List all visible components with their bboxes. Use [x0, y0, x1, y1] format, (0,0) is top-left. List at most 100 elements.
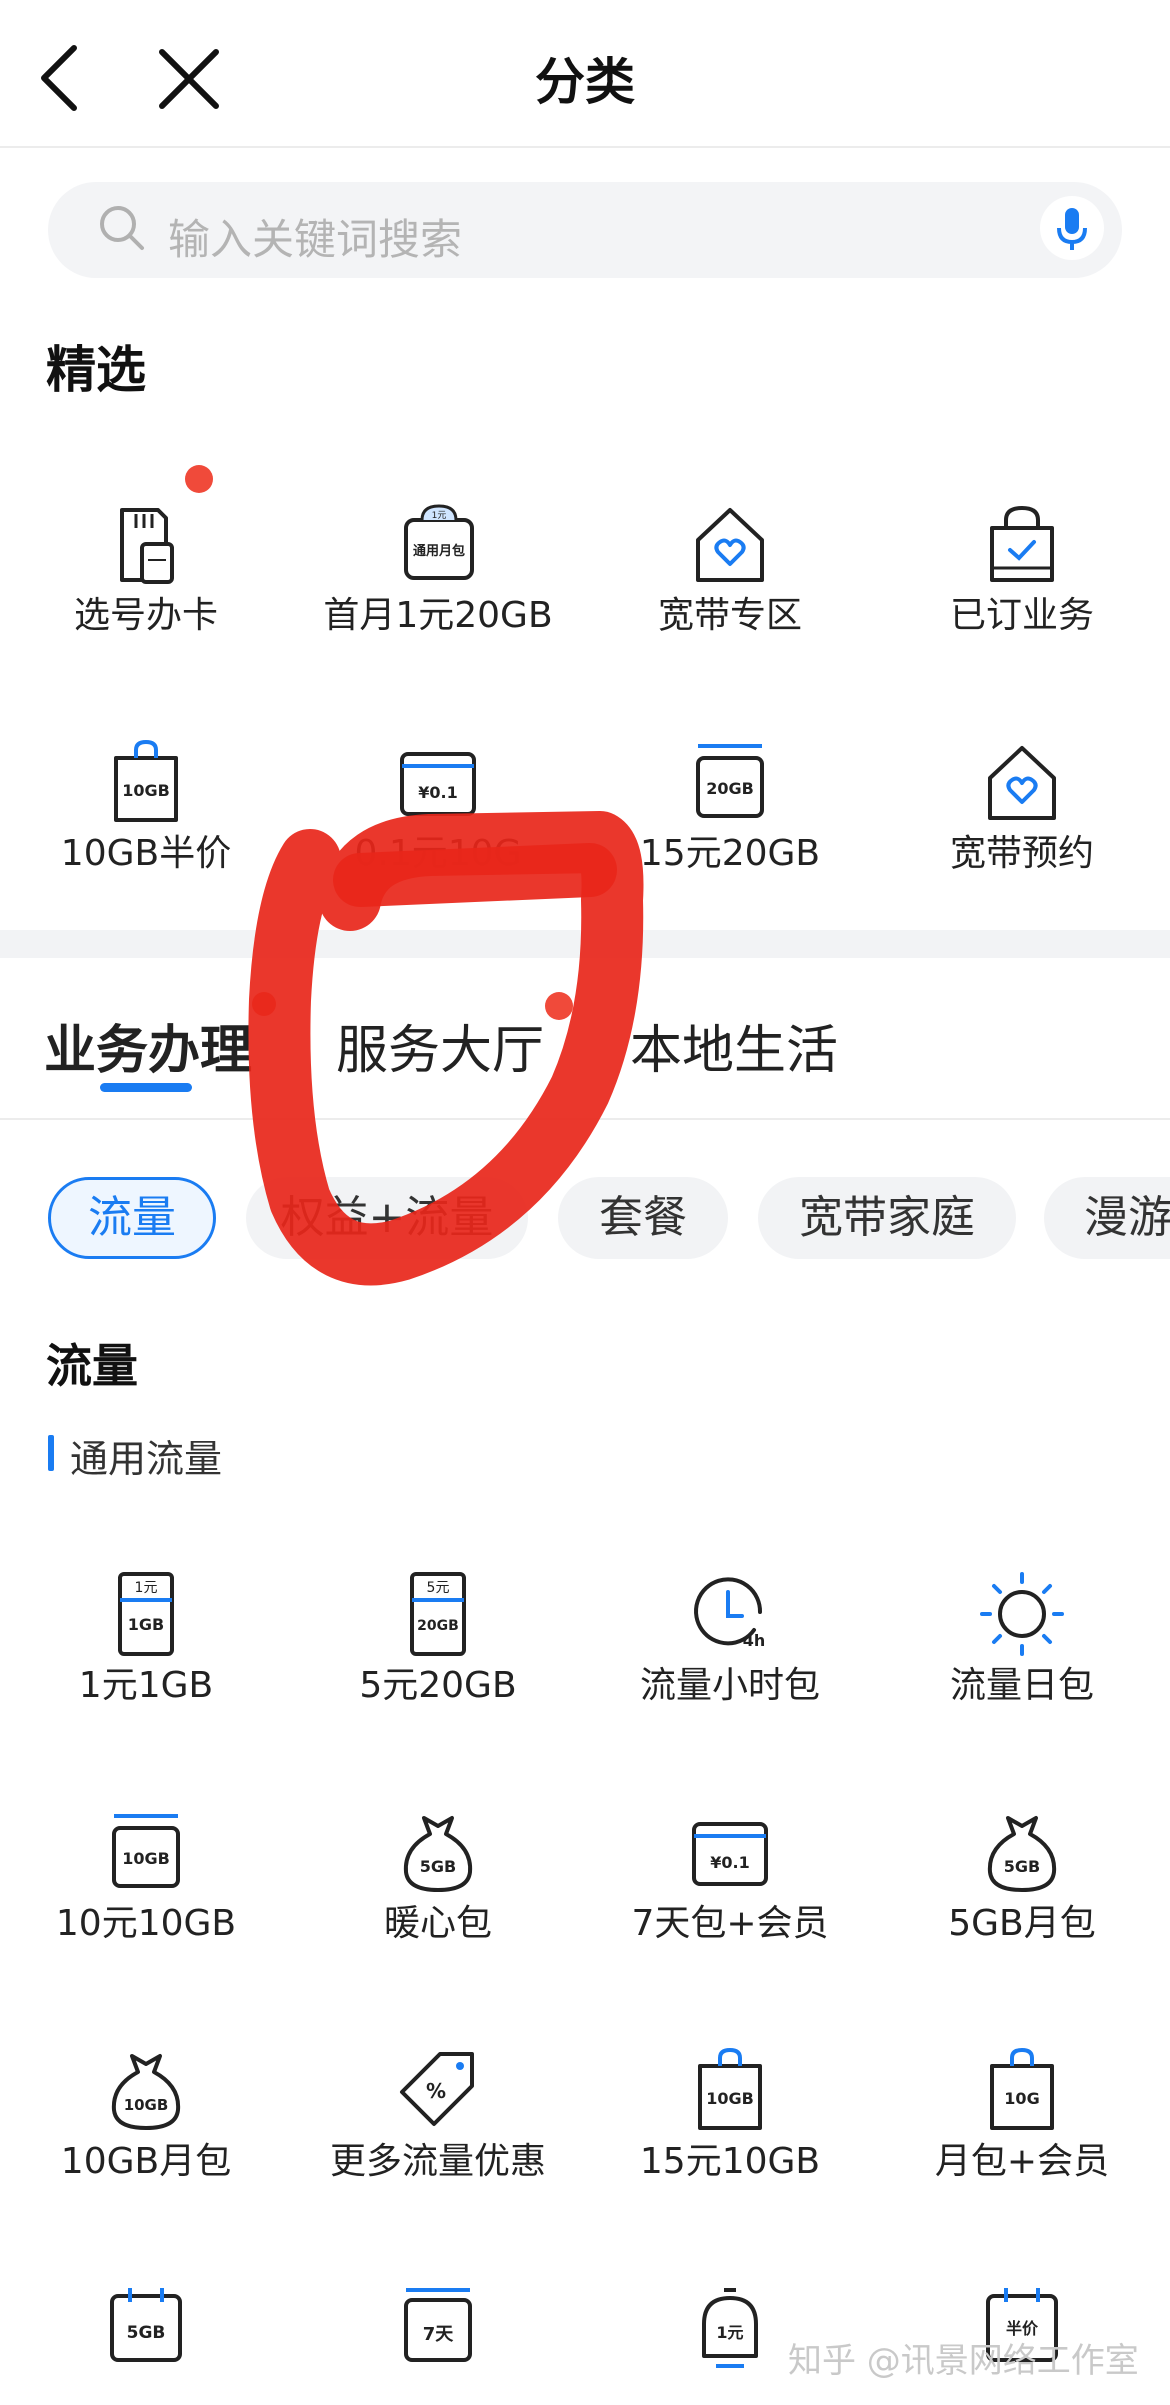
chip-benefits-data[interactable]: 权益+流量: [246, 1177, 528, 1259]
icon-text: 5GB: [127, 2323, 166, 2343]
icon-text: 1GB: [128, 1615, 164, 1634]
featured-label: 宽带专区: [657, 595, 802, 636]
data-item-more-offers[interactable]: % 更多流量优惠: [292, 2046, 584, 2186]
watermark-text: 知乎 @讯景网络工作室: [788, 2341, 1139, 2381]
data-item-label: 10GB月包: [60, 2141, 232, 2182]
data-item-label: 5元20GB: [359, 1665, 517, 1706]
data-item-day-pack[interactable]: 流量日包: [876, 1570, 1168, 1710]
icon-text: ¥0.1: [710, 1853, 749, 1872]
tab-service-hall[interactable]: 服务大厅: [336, 1008, 544, 1083]
data-item-label: 流量日包: [949, 1665, 1094, 1706]
notification-dot: [185, 465, 213, 493]
data-item-7day-member[interactable]: ¥0.1 7天包+会员: [584, 1808, 876, 1948]
featured-title: 精选: [46, 341, 146, 399]
tab-divider: [0, 1118, 1170, 1120]
wallet-icon: ¥0.1: [692, 1822, 768, 1886]
featured-item-10gb-half[interactable]: 10GB 10GB半价: [0, 738, 292, 878]
data-item-label: 10元10GB: [55, 1903, 237, 1944]
data-item-label: 15元10GB: [639, 2141, 821, 2182]
chip-broadband-family[interactable]: 宽带家庭: [758, 1177, 1016, 1259]
featured-item-sim-card[interactable]: 选号办卡: [0, 500, 292, 640]
card-20gb-icon: 20GB: [696, 744, 764, 818]
icon-text: 7天: [423, 2324, 455, 2345]
bell-1yuan-icon: 1元: [702, 2288, 758, 2368]
tab-business[interactable]: 业务办理: [44, 1008, 252, 1083]
data-package-icon: 1元 通用月包: [404, 504, 474, 580]
icon-text: 5GB: [1004, 1857, 1040, 1876]
header-divider: [0, 146, 1170, 148]
chip-plans[interactable]: 套餐: [558, 1177, 728, 1259]
icon-text: 通用月包: [413, 543, 465, 559]
icon-text: 10GB: [122, 781, 170, 800]
calendar-7day-icon: 7天: [404, 2288, 472, 2362]
tab-active-indicator: [100, 1083, 192, 1092]
search-icon: [100, 206, 144, 250]
clock-icon: 4h: [694, 1577, 766, 1650]
bag-10g-icon: 10G: [990, 2047, 1054, 2130]
page-title: 分类: [535, 53, 635, 111]
ticket-icon: 1元 1GB: [118, 1572, 174, 1656]
data-item-7day-calendar[interactable]: 7天: [292, 2282, 584, 2392]
card-10gb-icon: 10GB: [112, 1814, 180, 1888]
voice-search-button[interactable]: [1040, 196, 1104, 260]
data-item-15yuan-10gb[interactable]: 10GB 15元10GB: [584, 2046, 876, 2186]
icon-text: 10GB: [706, 2089, 754, 2108]
icon-top-text: 1元: [135, 1580, 158, 1596]
data-item-label: 更多流量优惠: [329, 2141, 546, 2182]
microphone-icon: [1057, 208, 1087, 250]
bag-10gb-icon: 10GB: [698, 2047, 762, 2130]
search-input[interactable]: 输入关键词搜索: [168, 206, 462, 267]
icon-text: 4h: [743, 1631, 766, 1650]
data-item-warm-pack[interactable]: 5GB 暖心包: [292, 1808, 584, 1948]
money-bag-icon: 5GB: [403, 1816, 473, 1892]
featured-label: 0.1元10G: [354, 833, 522, 874]
data-item-hour-pack[interactable]: 4h 流量小时包: [584, 1570, 876, 1710]
chip-data[interactable]: 流量: [48, 1177, 216, 1259]
data-item-label: 月包+会员: [934, 2141, 1110, 2182]
featured-label: 已订业务: [949, 595, 1094, 636]
section-subtitle: 通用流量: [70, 1437, 223, 1481]
subtitle-accent-bar: [48, 1435, 54, 1471]
money-bag-icon: 5GB: [987, 1816, 1057, 1892]
section-title: 流量: [46, 1339, 138, 1393]
ticket-icon: 5元 20GB: [410, 1572, 466, 1656]
tab-local-life[interactable]: 本地生活: [630, 1008, 838, 1083]
icon-text: ¥0.1: [418, 783, 457, 802]
data-item-label: 5GB月包: [948, 1903, 1096, 1944]
icon-text: 10GB: [122, 1849, 170, 1868]
bag-check-icon: [990, 505, 1054, 582]
featured-item-15yuan-20gb[interactable]: 20GB 15元20GB: [584, 738, 876, 878]
featured-item-broadband-booking[interactable]: 宽带预约: [876, 738, 1168, 878]
icon-text: 10GB: [124, 2096, 169, 2114]
wallet-icon: ¥0.1: [400, 752, 476, 816]
data-item-5yuan-20gb[interactable]: 5元 20GB 5元20GB: [292, 1570, 584, 1710]
icon-text: 20GB: [417, 1618, 459, 1634]
house-heart-icon: [988, 746, 1056, 820]
calendar-5gb-icon: 5GB: [110, 2288, 182, 2362]
featured-item-subscribed[interactable]: 已订业务: [876, 500, 1168, 640]
featured-item-first-month[interactable]: 1元 通用月包 首月1元20GB: [292, 500, 584, 640]
sun-icon: [980, 1572, 1064, 1656]
icon-text: %: [426, 2079, 446, 2103]
icon-text: 20GB: [706, 779, 754, 798]
featured-label: 选号办卡: [73, 595, 218, 636]
data-item-label: 7天包+会员: [631, 1903, 829, 1944]
data-item-5gb-month[interactable]: 5GB 5GB月包: [876, 1808, 1168, 1948]
icon-text: 5GB: [420, 1857, 456, 1876]
data-item-10yuan-10gb[interactable]: 10GB 10元10GB: [0, 1808, 292, 1948]
money-bag-icon: 10GB: [111, 2054, 181, 2130]
bag-10gb-icon: 10GB: [114, 739, 178, 822]
section-divider: [0, 930, 1170, 958]
data-item-label: 1元1GB: [78, 1665, 214, 1706]
icon-top-text: 5元: [427, 1580, 450, 1596]
sim-card-icon: [120, 508, 174, 584]
data-item-month-member[interactable]: 10G 月包+会员: [876, 2046, 1168, 2186]
data-item-5gb-calendar[interactable]: 5GB: [0, 2282, 292, 2392]
data-item-10gb-month[interactable]: 10GB 10GB月包: [0, 2046, 292, 2186]
data-item-1yuan-1gb[interactable]: 1元 1GB 1元1GB: [0, 1570, 292, 1710]
featured-item-broadband[interactable]: 宽带专区: [584, 500, 876, 640]
icon-badge: 1元: [432, 511, 447, 521]
chip-roaming[interactable]: 漫游: [1044, 1177, 1170, 1259]
featured-item-01yuan[interactable]: ¥0.1 0.1元10G: [292, 738, 584, 878]
data-item-label: 流量小时包: [639, 1665, 820, 1706]
